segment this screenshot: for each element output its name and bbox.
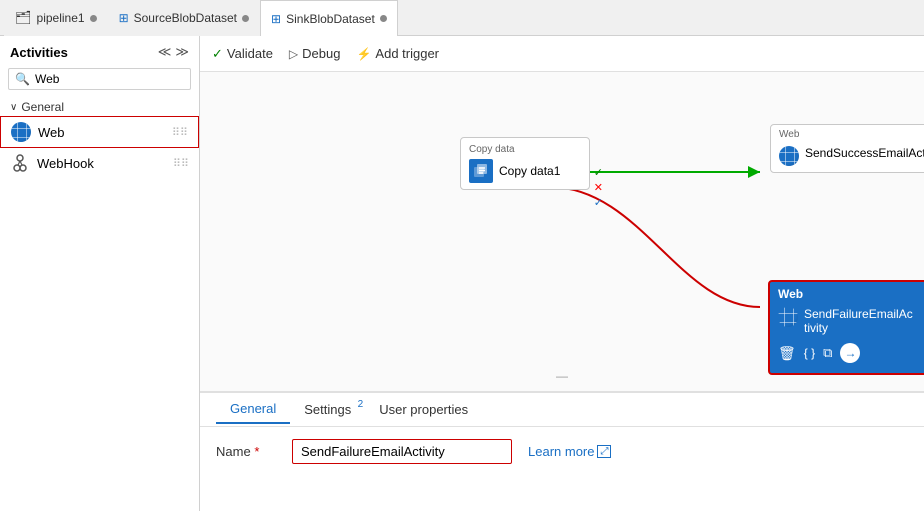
webhook-icon: [10, 153, 30, 173]
validate-label: Validate: [227, 46, 273, 61]
search-icon: 🔍: [15, 72, 30, 86]
name-input[interactable]: [292, 439, 512, 464]
name-label-text: Name: [216, 444, 251, 459]
sidebar-title: Activities: [10, 45, 68, 60]
tab-pipeline1-label: pipeline1: [37, 11, 85, 25]
bottom-tab-general[interactable]: General: [216, 395, 290, 424]
failure-copy-icon[interactable]: ⧉: [823, 345, 832, 361]
tab-bar: 🗂 pipeline1 ⊞ SourceBlobDataset ⊞ SinkBl…: [0, 0, 924, 36]
copy-complete-icon[interactable]: ✓: [594, 196, 603, 209]
canvas[interactable]: Copy data Copy data1: [200, 72, 924, 391]
sidebar-item-web[interactable]: Web ⠿⠿: [0, 116, 199, 148]
failure-delete-icon[interactable]: 🗑: [778, 345, 796, 362]
required-star: *: [254, 444, 259, 459]
bottom-tabs: General Settings 2 User properties: [200, 393, 924, 427]
bottom-tab-user-properties-label: User properties: [379, 402, 468, 417]
copy-data-node-title: Copy data: [469, 144, 581, 155]
search-input[interactable]: [35, 72, 184, 86]
add-trigger-label: Add trigger: [375, 46, 439, 61]
copy-success-icon[interactable]: ✓: [594, 166, 603, 179]
copy-data-node-name: Copy data1: [499, 164, 560, 178]
sidebar: Activities ≪ ≫ 🔍 ∨ General Web ⠿⠿: [0, 36, 200, 511]
table-icon-source: ⊞: [119, 11, 129, 25]
bottom-panel: General Settings 2 User properties Name …: [200, 391, 924, 511]
bottom-content: Name * Learn more ⤢: [200, 427, 924, 476]
copy-data-icon: [469, 159, 493, 183]
web-node-failure-globe: [778, 307, 798, 327]
tab-source-label: SourceBlobDataset: [134, 11, 237, 25]
sidebar-item-webhook[interactable]: WebHook ⠿⠿: [0, 148, 199, 178]
failure-code-icon[interactable]: { }: [804, 346, 815, 360]
canvas-collapse-handle[interactable]: —: [556, 368, 568, 383]
web-node-success-globe: [779, 146, 799, 166]
expand-icon[interactable]: ≫: [175, 44, 189, 60]
tab-pipeline1-dot: [90, 15, 97, 22]
sidebar-item-web-label: Web: [38, 125, 65, 140]
tab-source-blob[interactable]: ⊞ SourceBlobDataset: [108, 0, 260, 36]
tab-sink-label: SinkBlobDataset: [286, 12, 375, 26]
debug-label: Debug: [302, 46, 340, 61]
copy-data-node[interactable]: Copy data Copy data1: [460, 137, 590, 190]
trigger-icon: ⚡: [356, 47, 371, 61]
category-label-text: General: [21, 100, 64, 114]
web-node-success-header: Web: [771, 125, 924, 142]
web-node-failure-body: SendFailureEmailActivity: [770, 304, 924, 339]
chevron-down-icon: ∨: [10, 102, 17, 113]
table-icon-sink: ⊞: [271, 12, 281, 26]
bottom-tab-user-properties[interactable]: User properties: [365, 396, 482, 423]
tab-sink-blob[interactable]: ⊞ SinkBlobDataset: [260, 0, 398, 36]
tab-sink-dot: [380, 15, 387, 22]
learn-more-icon: ⤢: [597, 445, 611, 458]
bottom-tab-general-label: General: [230, 401, 276, 416]
web-node-failure[interactable]: Web SendFailureEmailActivity 🗑 { } ⧉ → ✓…: [768, 280, 924, 375]
collapse-icon[interactable]: ≪: [158, 44, 172, 60]
category-general: ∨ General: [0, 94, 199, 116]
settings-badge: 2: [358, 399, 364, 410]
validate-icon: ✓: [212, 46, 223, 62]
copy-data-node-body: Copy data1: [469, 159, 581, 183]
main-layout: Activities ≪ ≫ 🔍 ∨ General Web ⠿⠿: [0, 36, 924, 511]
web-node-failure-header: Web: [770, 282, 924, 304]
web-node-success-body: SendSuccessEmailActivity: [771, 142, 924, 172]
search-box[interactable]: 🔍: [8, 68, 191, 90]
web-node-failure-name: SendFailureEmailActivity: [804, 307, 913, 335]
bottom-tab-settings-label: Settings: [304, 402, 351, 417]
debug-button[interactable]: ▷ Debug: [289, 46, 341, 61]
canvas-area: ✓ Validate ▷ Debug ⚡ Add trigger: [200, 36, 924, 511]
drag-handle-web[interactable]: ⠿⠿: [172, 126, 188, 139]
web-node-failure-actions: 🗑 { } ⧉ →: [770, 339, 924, 367]
sidebar-header: Activities ≪ ≫: [0, 36, 199, 64]
learn-more-link[interactable]: Learn more ⤢: [528, 444, 611, 459]
tab-source-dot: [242, 15, 249, 22]
failure-arrow-icon[interactable]: →: [840, 343, 860, 363]
web-globe-icon: [11, 122, 31, 142]
bottom-tab-settings[interactable]: Settings 2: [290, 396, 365, 423]
web-node-success[interactable]: Web SendSuccessEmailActivity ✓ ✕ ✓ ⤢: [770, 124, 924, 173]
toolbar: ✓ Validate ▷ Debug ⚡ Add trigger: [200, 36, 924, 72]
learn-more-label: Learn more: [528, 444, 594, 459]
copy-fail-icon[interactable]: ✕: [594, 181, 603, 194]
tab-pipeline1[interactable]: 🗂 pipeline1: [4, 0, 108, 36]
name-label: Name *: [216, 444, 276, 459]
sidebar-item-webhook-label: WebHook: [37, 156, 94, 171]
pipeline-icon: 🗂: [15, 10, 32, 26]
validate-button[interactable]: ✓ Validate: [212, 46, 273, 62]
drag-handle-webhook[interactable]: ⠿⠿: [173, 157, 189, 170]
sidebar-collapse-icons[interactable]: ≪ ≫: [158, 44, 189, 60]
add-trigger-button[interactable]: ⚡ Add trigger: [356, 46, 439, 61]
web-node-success-name: SendSuccessEmailActivity: [805, 146, 924, 160]
debug-icon: ▷: [289, 47, 298, 61]
